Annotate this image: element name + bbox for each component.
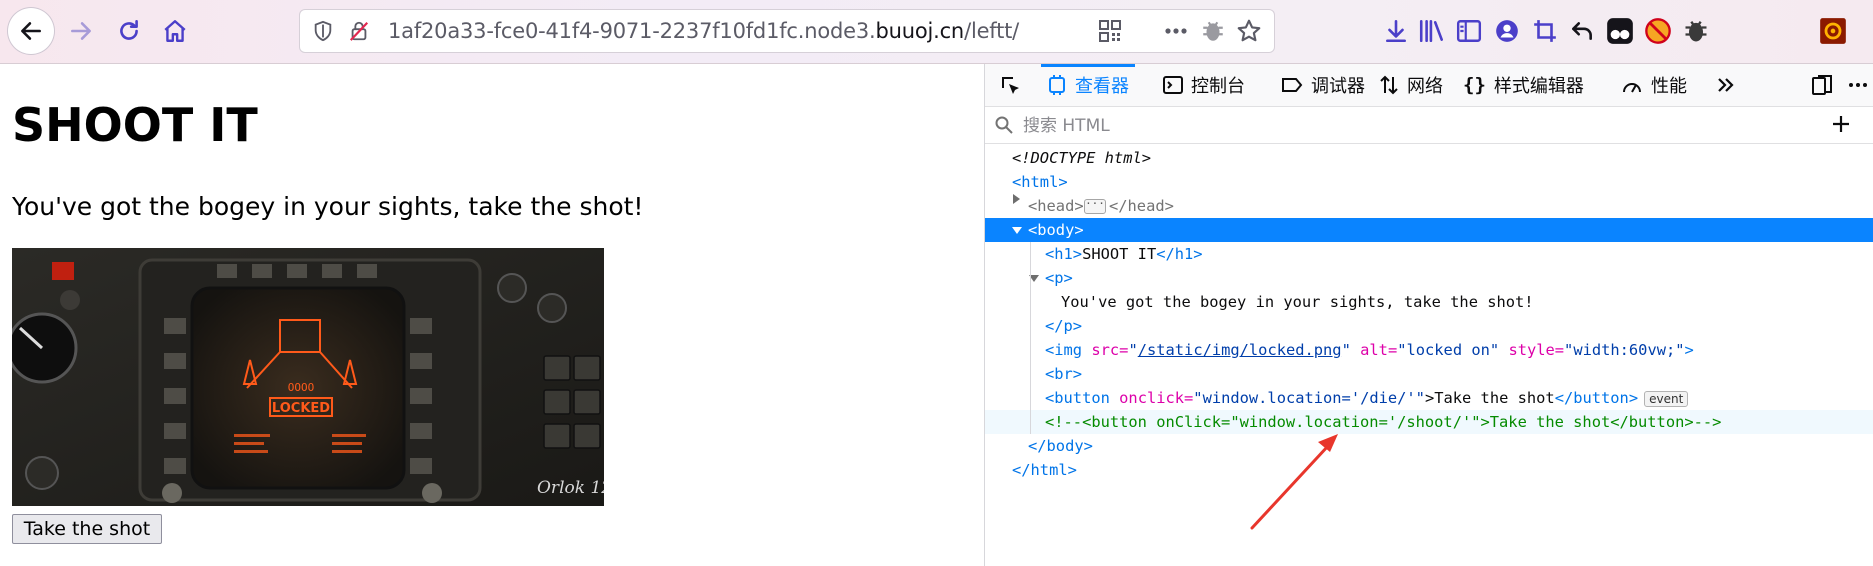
sidebar-icon[interactable] bbox=[1456, 18, 1482, 44]
bug-icon[interactable] bbox=[1682, 17, 1710, 45]
qr-code-icon[interactable] bbox=[1098, 19, 1122, 43]
markup-tree: <!DOCTYPE html> <html> <head> ··· </head… bbox=[985, 144, 1873, 564]
tree-row-p-text[interactable]: You've got the bogey in your sights, tak… bbox=[985, 290, 1873, 314]
library-icon[interactable] bbox=[1418, 18, 1446, 44]
inspector-icon bbox=[1047, 75, 1067, 95]
debugger-icon bbox=[1281, 75, 1303, 95]
tree-row-br[interactable]: <br> bbox=[985, 362, 1873, 386]
collapse-body-icon[interactable] bbox=[1012, 227, 1022, 234]
blocker-extension-icon[interactable] bbox=[1644, 17, 1672, 45]
svg-text:LOCKED: LOCKED bbox=[272, 401, 330, 416]
tree-row-body[interactable]: <body> bbox=[985, 218, 1873, 242]
tree-row-html-close[interactable]: </html> bbox=[985, 458, 1873, 482]
style-editor-icon: {} bbox=[1463, 74, 1486, 96]
performance-icon bbox=[1621, 75, 1643, 95]
tab-network[interactable]: 网络 bbox=[1379, 64, 1443, 106]
expand-head-icon[interactable] bbox=[1013, 194, 1020, 204]
locked-on-image: OOOO LOCKED Orlok 125cc bbox=[12, 248, 604, 506]
tree-row-body-close[interactable]: </body> bbox=[985, 434, 1873, 458]
tree-row-html[interactable]: <html> bbox=[985, 170, 1873, 194]
forward-arrow-icon bbox=[71, 22, 91, 40]
svg-text:Orlok 125cc: Orlok 125cc bbox=[537, 478, 604, 498]
page-actions-icon[interactable] bbox=[1162, 19, 1190, 43]
reload-icon bbox=[120, 19, 138, 40]
forward-button[interactable] bbox=[60, 10, 102, 52]
network-icon bbox=[1379, 75, 1399, 95]
page-paragraph: You've got the bogey in your sights, tak… bbox=[12, 192, 644, 221]
search-icon bbox=[995, 116, 1013, 134]
tab-performance[interactable]: 性能 bbox=[1621, 64, 1687, 106]
reload-button[interactable] bbox=[108, 10, 150, 52]
dock-toggle-icon[interactable] bbox=[1811, 74, 1833, 96]
tab-style-editor[interactable]: {} 样式编辑器 bbox=[1463, 64, 1584, 106]
tree-row-comment[interactable]: <!--<button onClick="window.location='/s… bbox=[985, 410, 1873, 434]
shield-icon[interactable] bbox=[312, 20, 334, 42]
account-icon[interactable] bbox=[1494, 18, 1520, 44]
more-tabs-chevron-icon[interactable] bbox=[1715, 74, 1737, 96]
tree-row-p[interactable]: <p> bbox=[985, 266, 1873, 290]
tampermonkey-icon[interactable] bbox=[1606, 17, 1634, 45]
tree-row-h1[interactable]: <h1>SHOOT IT</h1> bbox=[985, 242, 1873, 266]
url-bar[interactable]: 1af20a33-fce0-41f4-9071-2237f10fd1fc.nod… bbox=[300, 10, 1274, 52]
back-arrow-icon bbox=[21, 22, 41, 40]
add-node-icon[interactable] bbox=[1830, 113, 1852, 135]
tab-console[interactable]: 控制台 bbox=[1163, 64, 1245, 106]
home-button[interactable] bbox=[154, 10, 196, 52]
html-search-input[interactable] bbox=[1021, 113, 1805, 139]
bookmark-star-icon[interactable] bbox=[1236, 18, 1262, 44]
devtools-tab-bar: 查看器 控制台 调试器 网络 {} 样式编辑器 性能 bbox=[985, 64, 1873, 107]
undo-icon[interactable] bbox=[1569, 18, 1595, 44]
devtools-panel: 查看器 控制台 调试器 网络 {} 样式编辑器 性能 搜索 HTML <!DOC… bbox=[984, 64, 1873, 566]
tree-row-head[interactable]: <head> ··· </head> bbox=[985, 194, 1873, 218]
html-search-bar bbox=[985, 107, 1873, 144]
back-button[interactable] bbox=[8, 8, 54, 54]
screenshot-icon[interactable] bbox=[1532, 18, 1558, 44]
tree-row-doctype[interactable]: <!DOCTYPE html> bbox=[985, 146, 1873, 170]
downloads-icon[interactable] bbox=[1383, 18, 1409, 44]
event-badge[interactable]: event bbox=[1644, 390, 1689, 407]
tab-debugger[interactable]: 调试器 bbox=[1281, 64, 1365, 106]
insecure-connection-icon[interactable] bbox=[348, 20, 370, 42]
collapsed-ellipsis-icon[interactable]: ··· bbox=[1084, 198, 1106, 214]
img-src-link[interactable]: /static/img/locked.png bbox=[1138, 341, 1342, 359]
bug-extension-icon[interactable] bbox=[1200, 18, 1226, 44]
svg-text:OOOO: OOOO bbox=[288, 381, 315, 394]
tree-row-button[interactable]: <button onclick="window.location='/die/'… bbox=[985, 386, 1873, 410]
page-heading: SHOOT IT bbox=[12, 98, 258, 152]
url-text[interactable]: 1af20a33-fce0-41f4-9071-2237f10fd1fc.nod… bbox=[388, 19, 1019, 43]
page-content: SHOOT IT You've got the bogey in your si… bbox=[0, 64, 983, 566]
hackbar-icon[interactable] bbox=[1819, 17, 1847, 45]
home-icon bbox=[164, 20, 186, 42]
tree-row-img[interactable]: <img src="/static/img/locked.png" alt="l… bbox=[985, 338, 1873, 362]
tab-inspector[interactable]: 查看器 bbox=[1041, 64, 1135, 106]
tree-row-p-close[interactable]: </p> bbox=[985, 314, 1873, 338]
tree-indent-guide bbox=[1030, 242, 1031, 434]
take-the-shot-button[interactable]: Take the shot bbox=[12, 514, 162, 544]
element-picker-icon[interactable] bbox=[999, 74, 1023, 98]
devtools-menu-icon[interactable] bbox=[1847, 74, 1869, 96]
console-icon bbox=[1163, 75, 1183, 95]
browser-toolbar: 1af20a33-fce0-41f4-9071-2237f10fd1fc.nod… bbox=[0, 0, 1873, 64]
